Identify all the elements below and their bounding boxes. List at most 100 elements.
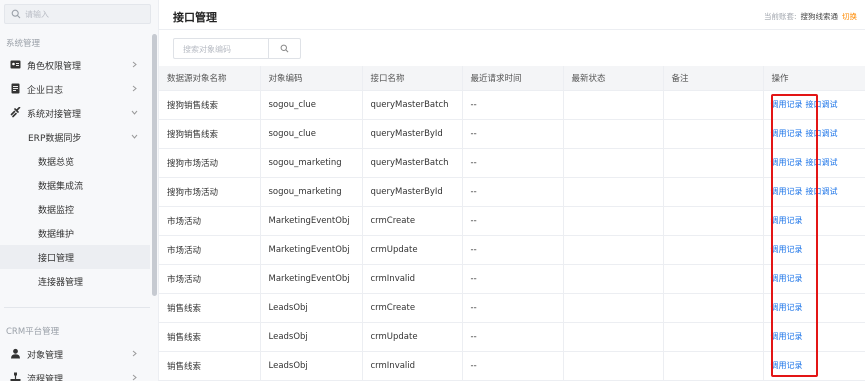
cell-object-code: sogou_marketing [260, 177, 363, 207]
cell-interface-name: queryMasterById [362, 177, 463, 207]
call-log-link[interactable]: 调用记录 [771, 245, 803, 254]
cell-status [563, 148, 664, 178]
cell-last-request-time: -- [462, 322, 564, 352]
header-divider [159, 29, 865, 30]
cell-last-request-time: -- [462, 148, 564, 178]
cell-note [663, 322, 764, 352]
cell-status [563, 235, 664, 265]
object-code-search-placeholder: 搜索对象编码 [183, 45, 231, 54]
table-row: 搜狗销售线索 sogou_clue queryMasterBatch -- 调用… [159, 90, 865, 120]
cell-note [663, 206, 764, 236]
cell-status [563, 90, 664, 120]
column-header: 最近请求时间 [462, 66, 564, 91]
sidebar-scrollbar[interactable] [152, 34, 157, 296]
interface-debug-link[interactable]: 接口调试 [806, 129, 838, 138]
switch-account-link[interactable]: 切换 [842, 12, 857, 21]
sidebar-item-connector-management[interactable]: 连接器管理 [0, 269, 150, 293]
cell-last-request-time: -- [462, 206, 564, 236]
section-title-system: 系统管理 [6, 39, 41, 49]
sidebar-item-data-overview[interactable]: 数据总览 [0, 149, 150, 173]
sidebar-item-erp-sync[interactable]: ERP数据同步 [0, 125, 150, 149]
cell-object-name: 销售线索 [159, 322, 261, 352]
call-log-link[interactable]: 调用记录 [771, 303, 803, 312]
cell-interface-name: crmInvalid [362, 351, 463, 381]
call-log-link[interactable]: 调用记录 [771, 216, 803, 225]
interface-debug-link[interactable]: 接口调试 [806, 100, 838, 109]
call-log-link[interactable]: 调用记录 [771, 332, 803, 341]
cell-last-request-time: -- [462, 235, 564, 265]
search-icon [280, 44, 289, 53]
sidebar-item-system-integration[interactable]: 系统对接管理 [0, 101, 150, 125]
cell-object-name: 搜狗市场活动 [159, 177, 261, 207]
cell-interface-name: crmInvalid [362, 264, 463, 294]
table-row: 搜狗市场活动 sogou_marketing queryMasterBatch … [159, 148, 865, 178]
account-label: 当前账套: [763, 12, 797, 21]
sidebar-item-label: 数据集成流 [38, 182, 84, 192]
cell-last-request-time: -- [462, 351, 564, 381]
cell-object-code: MarketingEventObj [260, 264, 363, 294]
search-icon [11, 9, 21, 19]
sidebar-item-process-management[interactable]: 流程管理 [0, 366, 150, 381]
cell-interface-name: crmUpdate [362, 322, 463, 352]
main-content: 接口管理 当前账套: 搜狗线索通 切换 搜索对象编码 数据源对象名称 对象编码 接口… [159, 0, 865, 381]
table-row: 市场活动 MarketingEventObj crmUpdate -- 调用记录 [159, 235, 865, 265]
cell-last-request-time: -- [462, 293, 564, 323]
sidebar-item-enterprise-log[interactable]: 企业日志 [0, 77, 150, 101]
sidebar-item-label: 角色权限管理 [27, 62, 82, 72]
sidebar-item-interface-management[interactable]: 接口管理 [0, 245, 150, 269]
sidebar-item-data-monitoring[interactable]: 数据监控 [0, 197, 150, 221]
cell-note [663, 351, 764, 381]
sidebar-item-data-maintenance[interactable]: 数据维护 [0, 221, 150, 245]
object-code-search[interactable]: 搜索对象编码 [173, 38, 301, 59]
cell-note [663, 90, 764, 120]
sidebar-item-object-management[interactable]: 对象管理 [0, 342, 150, 366]
call-log-link[interactable]: 调用记录 [771, 361, 803, 370]
sidebar-search-input[interactable]: 请输入 [4, 4, 151, 24]
section-title-crm: CRM平台管理 [6, 327, 60, 337]
table-row: 销售线索 LeadsObj crmCreate -- 调用记录 [159, 293, 865, 323]
table-row: 搜狗销售线索 sogou_clue queryMasterById -- 调用记… [159, 119, 865, 149]
column-header: 接口名称 [362, 66, 463, 91]
cell-note [663, 264, 764, 294]
table-row: 市场活动 MarketingEventObj crmInvalid -- 调用记… [159, 264, 865, 294]
cell-actions: 调用记录 [763, 264, 865, 294]
call-log-link[interactable]: 调用记录 [771, 187, 803, 196]
cell-object-name: 市场活动 [159, 264, 261, 294]
cell-object-code: sogou_marketing [260, 148, 363, 178]
page-title: 接口管理 [173, 11, 217, 24]
cell-object-code: MarketingEventObj [260, 206, 363, 236]
call-log-link[interactable]: 调用记录 [771, 158, 803, 167]
column-header: 备注 [663, 66, 764, 91]
sidebar-item-label: 流程管理 [27, 375, 64, 381]
cell-interface-name: queryMasterById [362, 119, 463, 149]
sidebar-item-label: 系统对接管理 [27, 110, 82, 120]
table-header-row: 数据源对象名称 对象编码 接口名称 最近请求时间 最新状态 备注 操作 [159, 66, 865, 91]
cell-interface-name: crmCreate [362, 293, 463, 323]
sidebar-item-data-integration-flow[interactable]: 数据集成流 [0, 173, 150, 197]
account-value: 搜狗线索通 [800, 12, 839, 21]
cell-actions: 调用记录 接口调试 [763, 148, 865, 178]
interface-debug-link[interactable]: 接口调试 [806, 158, 838, 167]
sidebar-item-label: 接口管理 [38, 254, 75, 264]
cell-note [663, 119, 764, 149]
call-log-link[interactable]: 调用记录 [771, 100, 803, 109]
cell-note [663, 148, 764, 178]
sidebar-item-role-permissions[interactable]: 角色权限管理 [0, 53, 150, 77]
cell-object-code: LeadsObj [260, 351, 363, 381]
search-button[interactable] [268, 39, 300, 58]
table-row: 销售线索 LeadsObj crmInvalid -- 调用记录 [159, 351, 865, 381]
call-log-link[interactable]: 调用记录 [771, 274, 803, 283]
chevron-right-icon [132, 374, 137, 381]
sidebar: 请输入 系统管理 角色权限管理 企业日志 系统对接管理 ERP数据同步 数据总览… [0, 0, 159, 381]
cell-actions: 调用记录 [763, 293, 865, 323]
process-icon [10, 372, 21, 381]
sidebar-item-label: 数据总览 [38, 158, 75, 168]
call-log-link[interactable]: 调用记录 [771, 129, 803, 138]
cell-interface-name: queryMasterBatch [362, 90, 463, 120]
interface-debug-link[interactable]: 接口调试 [806, 187, 838, 196]
cell-object-name: 搜狗销售线索 [159, 90, 261, 120]
cell-last-request-time: -- [462, 119, 564, 149]
sidebar-item-label: 企业日志 [27, 86, 64, 96]
column-header: 数据源对象名称 [159, 66, 261, 91]
document-icon [11, 83, 20, 94]
